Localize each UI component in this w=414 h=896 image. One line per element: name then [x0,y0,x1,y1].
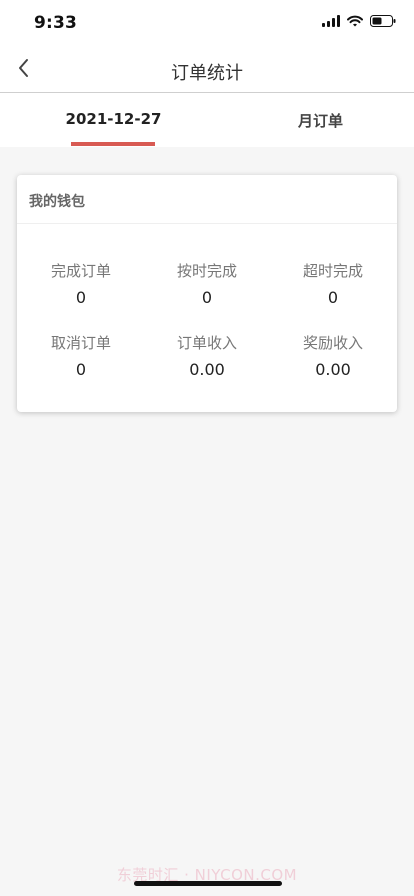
status-bar: 9:33 [0,0,414,48]
stat-bonus-income: 奖励收入 0.00 [270,332,396,379]
tab-bar: 2021-12-27 月订单 [0,93,414,147]
tab-daily[interactable]: 2021-12-27 [10,93,217,147]
wallet-title: 我的钱包 [29,194,85,210]
page-title: 订单统计 [171,63,243,84]
stat-label: 订单收入 [176,334,237,352]
stat-label: 取消订单 [50,334,111,352]
stat-value: 0.00 [189,360,225,379]
cellular-signal-icon [322,15,340,27]
stat-label: 按时完成 [176,262,237,280]
tab-daily-label: 2021-12-27 [65,110,162,128]
stat-value: 0.00 [315,360,351,379]
stat-label: 奖励收入 [302,334,363,352]
wifi-icon [347,15,363,27]
status-icons [322,15,396,27]
tab-monthly[interactable]: 月订单 [217,93,414,147]
status-time: 9:33 [34,13,78,33]
stat-label: 完成订单 [50,262,111,280]
wallet-stats-grid: 完成订单 0 按时完成 0 超时完成 0 取消订单 0 订单收入 0.00 奖励… [17,223,397,412]
stat-completed-orders: 完成订单 0 [18,260,144,307]
stat-label: 超时完成 [302,262,363,280]
stat-value: 0 [75,360,87,379]
active-tab-indicator [71,142,155,146]
wallet-header: 我的钱包 [17,175,397,224]
stat-value: 0 [201,288,213,307]
stat-cancelled-orders: 取消订单 0 [18,332,144,379]
stat-on-time: 按时完成 0 [144,260,270,307]
stat-order-income: 订单收入 0.00 [144,332,270,379]
stat-value: 0 [75,288,87,307]
stat-value: 0 [327,288,339,307]
tab-monthly-label: 月订单 [297,112,343,130]
battery-icon [370,15,396,27]
home-indicator[interactable] [134,881,282,886]
wallet-card: 我的钱包 完成订单 0 按时完成 0 超时完成 0 取消订单 0 订单收入 0.… [17,175,397,412]
stat-overtime: 超时完成 0 [270,260,396,307]
nav-bar: 订单统计 [0,48,414,93]
